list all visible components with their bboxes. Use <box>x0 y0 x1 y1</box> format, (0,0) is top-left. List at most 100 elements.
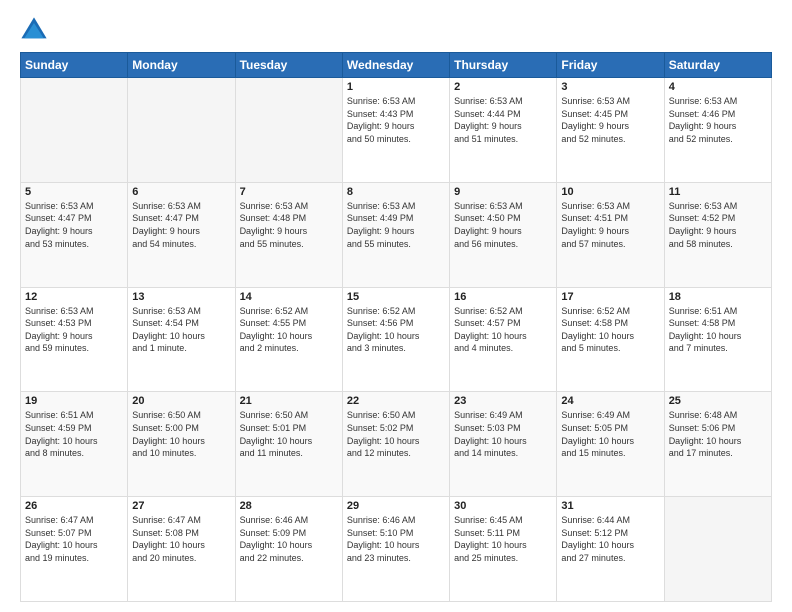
day-info: Sunrise: 6:53 AM Sunset: 4:44 PM Dayligh… <box>454 95 552 145</box>
calendar-cell <box>21 78 128 183</box>
calendar-week-row: 1 Sunrise: 6:53 AM Sunset: 4:43 PM Daylig… <box>21 78 772 183</box>
calendar-cell: 14Sunrise: 6:52 AM Sunset: 4:55 PM Dayli… <box>235 287 342 392</box>
weekday-header-friday: Friday <box>557 53 664 78</box>
header <box>20 16 772 44</box>
day-number: 4 <box>669 81 767 93</box>
calendar-cell: 13 Sunrise: 6:53 AM Sunset: 4:54 PM Dayli… <box>128 287 235 392</box>
calendar-cell: 19Sunrise: 6:51 AM Sunset: 4:59 PM Dayli… <box>21 392 128 497</box>
day-info: Sunrise: 6:46 AM Sunset: 5:09 PM Dayligh… <box>240 514 338 564</box>
calendar-cell: 26Sunrise: 6:47 AM Sunset: 5:07 PM Dayli… <box>21 497 128 602</box>
day-info: Sunrise: 6:52 AM Sunset: 4:57 PM Dayligh… <box>454 305 552 355</box>
day-number: 19 <box>25 395 123 407</box>
day-info: Sunrise: 6:51 AM Sunset: 4:58 PM Dayligh… <box>669 305 767 355</box>
calendar-table: SundayMondayTuesdayWednesdayThursdayFrid… <box>20 52 772 602</box>
logo <box>20 16 54 44</box>
calendar-cell: 23 Sunrise: 6:49 AM Sunset: 5:03 PM Dayli… <box>450 392 557 497</box>
calendar-week-row: 5 Sunrise: 6:53 AM Sunset: 4:47 PM Daylig… <box>21 182 772 287</box>
day-info: Sunrise: 6:49 AM Sunset: 5:05 PM Dayligh… <box>561 409 659 459</box>
day-number: 9 <box>454 186 552 198</box>
calendar-cell: 2 Sunrise: 6:53 AM Sunset: 4:44 PM Daylig… <box>450 78 557 183</box>
calendar-cell: 10 Sunrise: 6:53 AM Sunset: 4:51 PM Dayli… <box>557 182 664 287</box>
calendar-cell: 17 Sunrise: 6:52 AM Sunset: 4:58 PM Dayli… <box>557 287 664 392</box>
day-number: 2 <box>454 81 552 93</box>
calendar-cell: 22 Sunrise: 6:50 AM Sunset: 5:02 PM Dayli… <box>342 392 449 497</box>
day-info: Sunrise: 6:53 AM Sunset: 4:52 PM Dayligh… <box>669 200 767 250</box>
calendar-cell: 6 Sunrise: 6:53 AM Sunset: 4:47 PM Daylig… <box>128 182 235 287</box>
calendar-cell: 3 Sunrise: 6:53 AM Sunset: 4:45 PM Daylig… <box>557 78 664 183</box>
day-number: 5 <box>25 186 123 198</box>
day-number: 13 <box>132 291 230 303</box>
calendar-week-row: 19Sunrise: 6:51 AM Sunset: 4:59 PM Dayli… <box>21 392 772 497</box>
day-number: 11 <box>669 186 767 198</box>
day-number: 22 <box>347 395 445 407</box>
calendar-cell: 5 Sunrise: 6:53 AM Sunset: 4:47 PM Daylig… <box>21 182 128 287</box>
day-number: 29 <box>347 500 445 512</box>
weekday-header-row: SundayMondayTuesdayWednesdayThursdayFrid… <box>21 53 772 78</box>
day-info: Sunrise: 6:53 AM Sunset: 4:45 PM Dayligh… <box>561 95 659 145</box>
calendar-cell: 1 Sunrise: 6:53 AM Sunset: 4:43 PM Daylig… <box>342 78 449 183</box>
day-info: Sunrise: 6:53 AM Sunset: 4:47 PM Dayligh… <box>25 200 123 250</box>
day-info: Sunrise: 6:53 AM Sunset: 4:49 PM Dayligh… <box>347 200 445 250</box>
day-number: 23 <box>454 395 552 407</box>
calendar-cell: 30Sunrise: 6:45 AM Sunset: 5:11 PM Dayli… <box>450 497 557 602</box>
weekday-header-monday: Monday <box>128 53 235 78</box>
weekday-header-saturday: Saturday <box>664 53 771 78</box>
day-info: Sunrise: 6:53 AM Sunset: 4:46 PM Dayligh… <box>669 95 767 145</box>
day-info: Sunrise: 6:53 AM Sunset: 4:50 PM Dayligh… <box>454 200 552 250</box>
day-number: 16 <box>454 291 552 303</box>
calendar-cell: 21 Sunrise: 6:50 AM Sunset: 5:01 PM Dayli… <box>235 392 342 497</box>
calendar-cell: 16 Sunrise: 6:52 AM Sunset: 4:57 PM Dayli… <box>450 287 557 392</box>
day-info: Sunrise: 6:53 AM Sunset: 4:51 PM Dayligh… <box>561 200 659 250</box>
day-info: Sunrise: 6:52 AM Sunset: 4:58 PM Dayligh… <box>561 305 659 355</box>
calendar-cell: 20Sunrise: 6:50 AM Sunset: 5:00 PM Dayli… <box>128 392 235 497</box>
day-info: Sunrise: 6:53 AM Sunset: 4:48 PM Dayligh… <box>240 200 338 250</box>
day-info: Sunrise: 6:50 AM Sunset: 5:00 PM Dayligh… <box>132 409 230 459</box>
day-info: Sunrise: 6:53 AM Sunset: 4:54 PM Dayligh… <box>132 305 230 355</box>
calendar-cell: 31Sunrise: 6:44 AM Sunset: 5:12 PM Dayli… <box>557 497 664 602</box>
day-number: 15 <box>347 291 445 303</box>
calendar-cell: 15Sunrise: 6:52 AM Sunset: 4:56 PM Dayli… <box>342 287 449 392</box>
day-info: Sunrise: 6:47 AM Sunset: 5:08 PM Dayligh… <box>132 514 230 564</box>
day-number: 31 <box>561 500 659 512</box>
calendar-week-row: 12 Sunrise: 6:53 AM Sunset: 4:53 PM Dayli… <box>21 287 772 392</box>
day-info: Sunrise: 6:50 AM Sunset: 5:01 PM Dayligh… <box>240 409 338 459</box>
day-number: 6 <box>132 186 230 198</box>
day-number: 28 <box>240 500 338 512</box>
weekday-header-wednesday: Wednesday <box>342 53 449 78</box>
day-number: 17 <box>561 291 659 303</box>
day-info: Sunrise: 6:53 AM Sunset: 4:43 PM Dayligh… <box>347 95 445 145</box>
calendar-cell: 4 Sunrise: 6:53 AM Sunset: 4:46 PM Daylig… <box>664 78 771 183</box>
day-info: Sunrise: 6:47 AM Sunset: 5:07 PM Dayligh… <box>25 514 123 564</box>
calendar-cell: 7 Sunrise: 6:53 AM Sunset: 4:48 PM Daylig… <box>235 182 342 287</box>
weekday-header-sunday: Sunday <box>21 53 128 78</box>
day-info: Sunrise: 6:46 AM Sunset: 5:10 PM Dayligh… <box>347 514 445 564</box>
calendar-cell: 27Sunrise: 6:47 AM Sunset: 5:08 PM Dayli… <box>128 497 235 602</box>
calendar-cell: 11 Sunrise: 6:53 AM Sunset: 4:52 PM Dayli… <box>664 182 771 287</box>
day-info: Sunrise: 6:49 AM Sunset: 5:03 PM Dayligh… <box>454 409 552 459</box>
day-number: 12 <box>25 291 123 303</box>
page: SundayMondayTuesdayWednesdayThursdayFrid… <box>0 0 792 612</box>
weekday-header-thursday: Thursday <box>450 53 557 78</box>
day-number: 1 <box>347 81 445 93</box>
day-info: Sunrise: 6:50 AM Sunset: 5:02 PM Dayligh… <box>347 409 445 459</box>
day-number: 10 <box>561 186 659 198</box>
day-number: 18 <box>669 291 767 303</box>
calendar-cell: 29 Sunrise: 6:46 AM Sunset: 5:10 PM Dayli… <box>342 497 449 602</box>
calendar-cell <box>128 78 235 183</box>
calendar-cell <box>235 78 342 183</box>
day-info: Sunrise: 6:52 AM Sunset: 4:55 PM Dayligh… <box>240 305 338 355</box>
day-info: Sunrise: 6:53 AM Sunset: 4:47 PM Dayligh… <box>132 200 230 250</box>
day-number: 8 <box>347 186 445 198</box>
calendar-cell: 24Sunrise: 6:49 AM Sunset: 5:05 PM Dayli… <box>557 392 664 497</box>
day-number: 21 <box>240 395 338 407</box>
calendar-cell: 28 Sunrise: 6:46 AM Sunset: 5:09 PM Dayli… <box>235 497 342 602</box>
day-number: 7 <box>240 186 338 198</box>
day-info: Sunrise: 6:53 AM Sunset: 4:53 PM Dayligh… <box>25 305 123 355</box>
day-info: Sunrise: 6:48 AM Sunset: 5:06 PM Dayligh… <box>669 409 767 459</box>
calendar-cell <box>664 497 771 602</box>
calendar-cell: 9 Sunrise: 6:53 AM Sunset: 4:50 PM Daylig… <box>450 182 557 287</box>
day-number: 3 <box>561 81 659 93</box>
calendar-cell: 25Sunrise: 6:48 AM Sunset: 5:06 PM Dayli… <box>664 392 771 497</box>
calendar-cell: 8 Sunrise: 6:53 AM Sunset: 4:49 PM Daylig… <box>342 182 449 287</box>
calendar-cell: 18 Sunrise: 6:51 AM Sunset: 4:58 PM Dayli… <box>664 287 771 392</box>
